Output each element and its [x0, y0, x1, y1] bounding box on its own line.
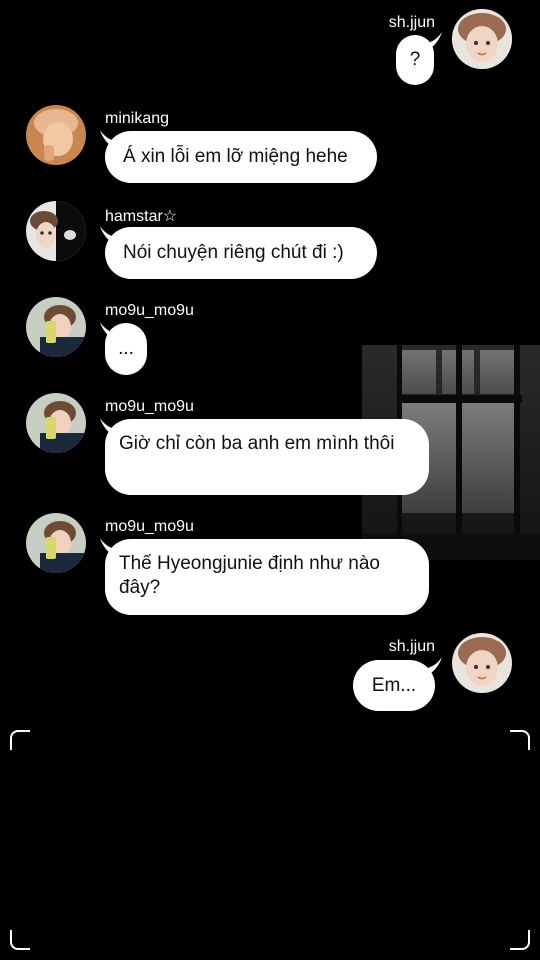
message-text: Á xin lỗi em lỡ miệng hehe: [123, 146, 348, 167]
frame-corner-top-right: [510, 730, 530, 750]
avatar[interactable]: [26, 297, 86, 357]
message-bubble[interactable]: Nói chuyện riêng chút đi :): [105, 227, 377, 279]
selfie-avatar-green-icon: [26, 297, 86, 357]
bubble-tail: [420, 32, 442, 50]
avatar[interactable]: [452, 9, 512, 69]
message-text: Giờ chỉ còn ba anh em mình thôi: [119, 433, 395, 454]
message-bubble[interactable]: Á xin lỗi em lỡ miệng hehe: [105, 131, 377, 183]
selfie-avatar-green-icon: [26, 513, 86, 573]
avatar[interactable]: [452, 633, 512, 693]
message-bubble[interactable]: Thế Hyeongjunie định như nào đây?: [105, 539, 429, 615]
message-text: Thế Hyeongjunie định như nào đây?: [119, 553, 380, 598]
bubble-tail: [420, 657, 442, 675]
message-bubble[interactable]: ...: [105, 323, 147, 375]
frame-corner-bottom-left: [10, 930, 30, 950]
message-text: Em...: [371, 675, 417, 696]
username: mo9u_mo9u: [105, 518, 194, 535]
message-text: ?: [409, 49, 421, 70]
avatar[interactable]: [26, 513, 86, 573]
message-text: ...: [118, 338, 134, 359]
selfie-avatar-green-icon: [26, 393, 86, 453]
frame-corner-bottom-right: [510, 930, 530, 950]
username: minikang: [105, 110, 170, 127]
portrait-avatar-light-icon: [452, 9, 512, 69]
avatar[interactable]: [26, 393, 86, 453]
avatar[interactable]: [26, 201, 86, 261]
avatar[interactable]: [26, 105, 86, 165]
split-portrait-avatar-icon: [26, 201, 86, 261]
frame-corner-top-left: [10, 730, 30, 750]
username: sh.jjun: [388, 638, 435, 655]
portrait-avatar-warm-icon: [26, 105, 86, 165]
username: mo9u_mo9u: [105, 398, 194, 415]
username: mo9u_mo9u: [105, 302, 194, 319]
username: hamstar☆: [105, 208, 178, 225]
message-text: Nói chuyện riêng chút đi :): [123, 242, 344, 263]
message-bubble[interactable]: Giờ chỉ còn ba anh em mình thôi: [105, 419, 429, 495]
portrait-avatar-light-icon: [452, 633, 512, 693]
